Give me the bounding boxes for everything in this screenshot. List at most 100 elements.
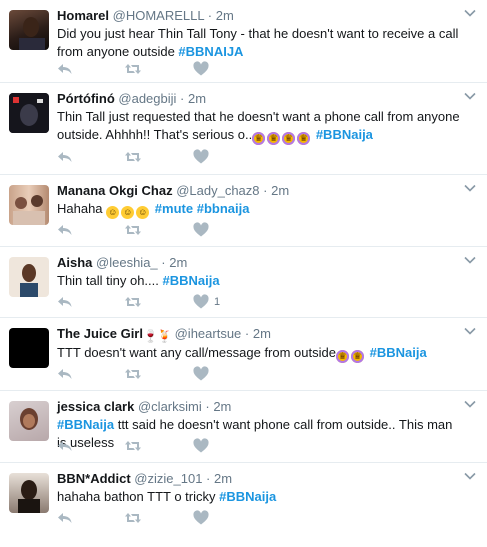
chevron-down-icon[interactable] bbox=[464, 182, 476, 194]
timestamp[interactable]: 2m bbox=[188, 91, 206, 106]
user-handle[interactable]: @Lady_chaz8 bbox=[176, 183, 259, 198]
tweet-item[interactable]: jessica clark @clarksimi · 2m #BBNaija t… bbox=[0, 391, 487, 463]
separator-dot: · bbox=[207, 8, 213, 23]
display-name[interactable]: BBN*Addict bbox=[57, 471, 131, 486]
tweet-body: Did you just hear Thin Tall Tony - that … bbox=[57, 26, 459, 59]
tweet-item[interactable]: Manana Okgi Chaz @Lady_chaz8 · 2m Hahaha… bbox=[0, 175, 487, 247]
user-handle[interactable]: @zizie_101 bbox=[134, 471, 202, 486]
reply-icon[interactable] bbox=[57, 222, 73, 238]
tweet-body: Thin tall tiny oh.... bbox=[57, 273, 159, 288]
avatar[interactable] bbox=[9, 185, 49, 225]
hashtag-link[interactable]: #BBNaija bbox=[316, 127, 373, 142]
separator-dot: · bbox=[263, 183, 268, 198]
user-handle[interactable]: @adegbiji bbox=[118, 91, 176, 106]
tweet-header: The Juice Girl🍷🍹 @iheartsue · 2m bbox=[57, 325, 463, 343]
user-handle[interactable]: @clarksimi bbox=[138, 399, 202, 414]
crown-emoji: ♛ bbox=[252, 132, 266, 145]
tweet-body: TTT doesn't want any call/message from o… bbox=[57, 345, 336, 360]
hashtag-link[interactable]: #BBNaija bbox=[219, 489, 276, 504]
tropical-drink-emoji: 🍹 bbox=[156, 329, 172, 343]
wine-glass-emoji: 🍷 bbox=[142, 329, 158, 343]
hashtag-link[interactable]: #BBNaija bbox=[370, 345, 427, 360]
separator-dot: · bbox=[180, 91, 185, 106]
like-icon[interactable] bbox=[193, 222, 209, 238]
like-icon[interactable] bbox=[193, 438, 209, 454]
tweet-body: hahaha bathon TTT o tricky bbox=[57, 489, 216, 504]
joy-emoji: ☺ bbox=[121, 206, 135, 219]
chevron-down-icon[interactable] bbox=[464, 90, 476, 102]
tweet-item[interactable]: Homarel @HOMARELLL · 2m Did you just hea… bbox=[0, 0, 487, 83]
tweet-header: Manana Okgi Chaz @Lady_chaz8 · 2m bbox=[57, 182, 463, 199]
separator-dot: · bbox=[205, 399, 210, 414]
display-name[interactable]: The Juice Girl bbox=[57, 326, 143, 341]
retweet-icon[interactable] bbox=[124, 149, 142, 165]
like-icon[interactable] bbox=[193, 366, 209, 382]
tweet-item[interactable]: Pórtófinó @adegbiji · 2m Thin Tall just … bbox=[0, 83, 487, 175]
hashtag-link[interactable]: #BBNaija bbox=[57, 417, 114, 432]
tweet-text: Thin tall tiny oh.... #BBNaija bbox=[57, 272, 463, 290]
reply-icon[interactable] bbox=[57, 149, 73, 165]
hashtag-link[interactable]: #BBNAIJA bbox=[178, 44, 243, 59]
user-handle[interactable]: @iheartsue bbox=[175, 326, 242, 341]
tweet-header: Aisha @leeshia_ · 2m bbox=[57, 254, 463, 271]
tweet-text: TTT doesn't want any call/message from o… bbox=[57, 344, 463, 363]
timestamp[interactable]: 2m bbox=[271, 183, 289, 198]
tweet-body: Hahaha bbox=[57, 201, 103, 216]
hashtag-link[interactable]: #bbnaija bbox=[197, 201, 250, 216]
crown-emoji: ♛ bbox=[297, 132, 311, 145]
tweet-header: BBN*Addict @zizie_101 · 2m bbox=[57, 470, 463, 487]
timestamp[interactable]: 2m bbox=[216, 8, 234, 23]
crown-emoji: ♛ bbox=[335, 350, 349, 363]
user-handle[interactable]: @HOMARELLL bbox=[113, 8, 204, 23]
avatar[interactable] bbox=[9, 10, 49, 50]
avatar[interactable] bbox=[9, 401, 49, 441]
tweet-item[interactable]: Aisha @leeshia_ · 2m Thin tall tiny oh..… bbox=[0, 247, 487, 318]
tweet-item[interactable]: The Juice Girl🍷🍹 @iheartsue · 2m TTT doe… bbox=[0, 318, 487, 391]
tweet-header: Homarel @HOMARELLL · 2m bbox=[57, 7, 463, 24]
retweet-icon[interactable] bbox=[124, 510, 142, 526]
user-handle[interactable]: @leeshia_ bbox=[96, 255, 158, 270]
reply-icon[interactable] bbox=[57, 366, 73, 382]
like-count: 1 bbox=[214, 296, 221, 308]
timestamp[interactable]: 2m bbox=[253, 326, 271, 341]
reply-icon[interactable] bbox=[57, 510, 73, 526]
tweet-header: Pórtófinó @adegbiji · 2m bbox=[57, 90, 463, 107]
retweet-icon[interactable] bbox=[124, 366, 142, 382]
display-name[interactable]: Manana Okgi Chaz bbox=[57, 183, 173, 198]
tweet-feed: Homarel @HOMARELLL · 2m Did you just hea… bbox=[0, 0, 487, 547]
retweet-icon[interactable] bbox=[124, 438, 142, 454]
retweet-icon[interactable] bbox=[124, 294, 142, 310]
tweet-item[interactable]: BBN*Addict @zizie_101 · 2m hahaha bathon… bbox=[0, 463, 487, 547]
timestamp[interactable]: 2m bbox=[214, 471, 232, 486]
tweet-text: Thin Tall just requested that he doesn't… bbox=[57, 108, 463, 145]
like-icon[interactable] bbox=[193, 294, 209, 310]
hashtag-link[interactable]: #mute bbox=[155, 201, 193, 216]
reply-icon[interactable] bbox=[57, 294, 73, 310]
reply-icon[interactable] bbox=[57, 438, 73, 454]
chevron-down-icon[interactable] bbox=[464, 470, 476, 482]
like-icon[interactable] bbox=[193, 149, 209, 165]
timestamp[interactable]: 2m bbox=[169, 255, 187, 270]
like-icon[interactable] bbox=[193, 510, 209, 526]
display-name[interactable]: jessica clark bbox=[57, 399, 134, 414]
display-name[interactable]: Homarel bbox=[57, 8, 109, 23]
separator-dot: · bbox=[206, 471, 211, 486]
avatar[interactable] bbox=[9, 328, 49, 368]
retweet-icon[interactable] bbox=[124, 61, 142, 77]
reply-icon[interactable] bbox=[57, 61, 73, 77]
chevron-down-icon[interactable] bbox=[464, 254, 476, 266]
timestamp[interactable]: 2m bbox=[213, 399, 231, 414]
hashtag-link[interactable]: #BBNaija bbox=[163, 273, 220, 288]
avatar[interactable] bbox=[9, 473, 49, 513]
retweet-icon[interactable] bbox=[124, 222, 142, 238]
chevron-down-icon[interactable] bbox=[464, 7, 476, 19]
display-name[interactable]: Aisha bbox=[57, 255, 92, 270]
display-name[interactable]: Pórtófinó bbox=[57, 91, 115, 106]
avatar[interactable] bbox=[9, 257, 49, 297]
like-icon[interactable] bbox=[193, 61, 209, 77]
avatar[interactable] bbox=[9, 93, 49, 133]
separator-dot: · bbox=[244, 326, 250, 341]
crown-emoji: ♛ bbox=[282, 132, 296, 145]
chevron-down-icon[interactable] bbox=[464, 325, 476, 337]
chevron-down-icon[interactable] bbox=[464, 398, 476, 410]
